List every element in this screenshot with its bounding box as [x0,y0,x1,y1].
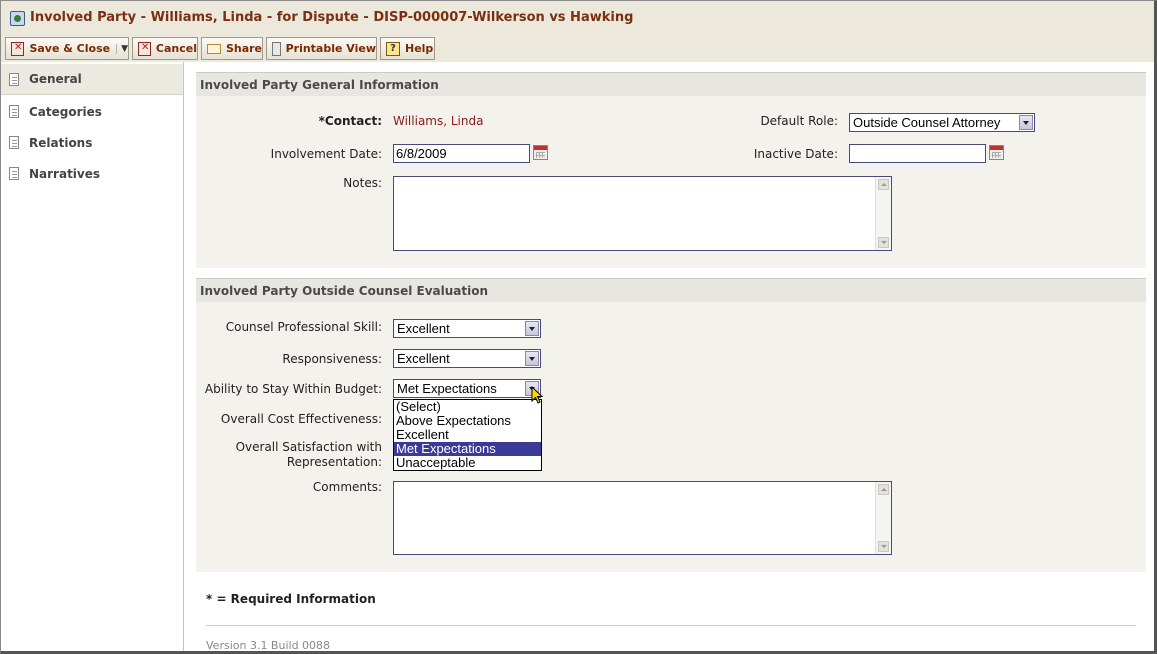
save-icon [11,41,25,56]
scrollbar[interactable] [875,482,891,554]
comments-textarea[interactable] [393,481,892,555]
printer-icon [272,41,281,56]
calendar-icon[interactable] [533,145,548,160]
involvement-date-label: Involvement Date: [270,147,382,161]
scroll-down-icon[interactable] [878,237,889,248]
share-label: Share [225,42,262,55]
sidebar-item-label: Narratives [29,166,101,181]
contact-value[interactable]: Williams, Linda [393,114,483,128]
dropdown-option[interactable]: Unacceptable [394,456,541,470]
save-close-button[interactable]: Save & Close ▼ [5,37,129,60]
scroll-up-icon[interactable] [878,179,889,190]
inactive-date-field[interactable] [849,144,986,163]
budget-value: Met Expectations [397,381,497,396]
main-content: Involved Party General Information *Cont… [196,62,1146,652]
responsiveness-label: Responsiveness: [282,352,382,366]
notes-label: Notes: [343,176,382,190]
document-icon [9,167,19,180]
sidebar-item-categories[interactable]: Categories [1,96,183,127]
professional-skill-value: Excellent [397,321,450,336]
printable-view-button[interactable]: Printable View [266,37,377,60]
cost-effectiveness-label: Overall Cost Effectiveness: [220,412,382,426]
help-icon: ? [386,41,400,56]
document-icon [9,72,19,86]
section-header: Involved Party Outside Counsel Evaluatio… [196,278,1146,302]
involvement-date-field[interactable]: 6/8/2009 [393,144,530,163]
budget-dropdown-list: (Select) Above Expectations Excellent Me… [393,399,542,471]
chevron-down-icon [525,351,539,366]
scroll-up-icon[interactable] [878,484,889,495]
document-icon [9,136,19,149]
app-card-icon [10,11,25,26]
inactive-date-label: Inactive Date: [753,147,838,161]
help-label: Help [405,42,434,55]
dropdown-option[interactable]: Excellent [394,428,541,442]
chevron-down-icon [525,321,539,336]
budget-select[interactable]: Met Expectations [393,379,541,398]
sidebar-item-general[interactable]: General [1,64,183,95]
sidebar-item-label: Relations [29,135,93,150]
window-title: Involved Party - Williams, Linda - for D… [30,10,634,25]
mouse-pointer-icon [531,386,544,404]
help-button[interactable]: ? Help [380,37,435,60]
default-role-value: Outside Counsel Attorney [853,115,1001,130]
chevron-down-icon [1019,115,1033,130]
cancel-button[interactable]: Cancel [132,37,198,60]
default-role-select[interactable]: Outside Counsel Attorney [849,113,1035,132]
toolbar: Save & Close ▼ Cancel Share Printable Vi… [1,34,1154,62]
sidebar-item-relations[interactable]: Relations [1,127,183,158]
professional-skill-select[interactable]: Excellent [393,319,541,338]
required-note: * = Required Information [206,592,376,606]
title-bar: Involved Party - Williams, Linda - for D… [1,1,1154,34]
scrollbar[interactable] [875,177,891,250]
divider [206,625,1136,626]
printable-view-label: Printable View [285,42,376,55]
sidebar-item-narratives[interactable]: Narratives [1,158,183,189]
responsiveness-select[interactable]: Excellent [393,349,541,368]
app-window: Involved Party - Williams, Linda - for D… [0,0,1157,654]
sidebar-item-label: Categories [29,104,102,119]
dropdown-option[interactable]: (Select) [394,400,541,414]
envelope-icon [207,44,221,54]
responsiveness-value: Excellent [397,351,450,366]
general-info-section: Involved Party General Information *Cont… [196,72,1146,268]
chevron-down-icon[interactable]: ▼ [116,43,128,54]
section-header: Involved Party General Information [196,72,1146,96]
sidebar: General Categories Relations Narratives [1,62,184,651]
calendar-icon[interactable] [989,145,1004,160]
contact-label: *Contact: [318,114,382,128]
notes-textarea[interactable] [393,176,892,251]
evaluation-section: Involved Party Outside Counsel Evaluatio… [196,278,1146,572]
budget-label: Ability to Stay Within Budget: [204,382,382,396]
satisfaction-label-line2: Representation: [286,455,382,469]
comments-label: Comments: [312,480,382,494]
save-close-label: Save & Close [29,42,111,55]
version-text: Version 3.1 Build 0088 [206,639,331,652]
sidebar-item-label: General [29,72,82,86]
cancel-label: Cancel [155,42,197,55]
dropdown-option[interactable]: Above Expectations [394,414,541,428]
document-icon [9,105,19,118]
dropdown-option-selected[interactable]: Met Expectations [394,442,541,456]
scroll-down-icon[interactable] [878,541,889,552]
share-button[interactable]: Share [201,37,263,60]
default-role-label: Default Role: [760,114,838,128]
satisfaction-label-line1: Overall Satisfaction with [235,440,382,454]
professional-skill-label: Counsel Professional Skill: [225,320,382,334]
cancel-icon [138,41,151,56]
